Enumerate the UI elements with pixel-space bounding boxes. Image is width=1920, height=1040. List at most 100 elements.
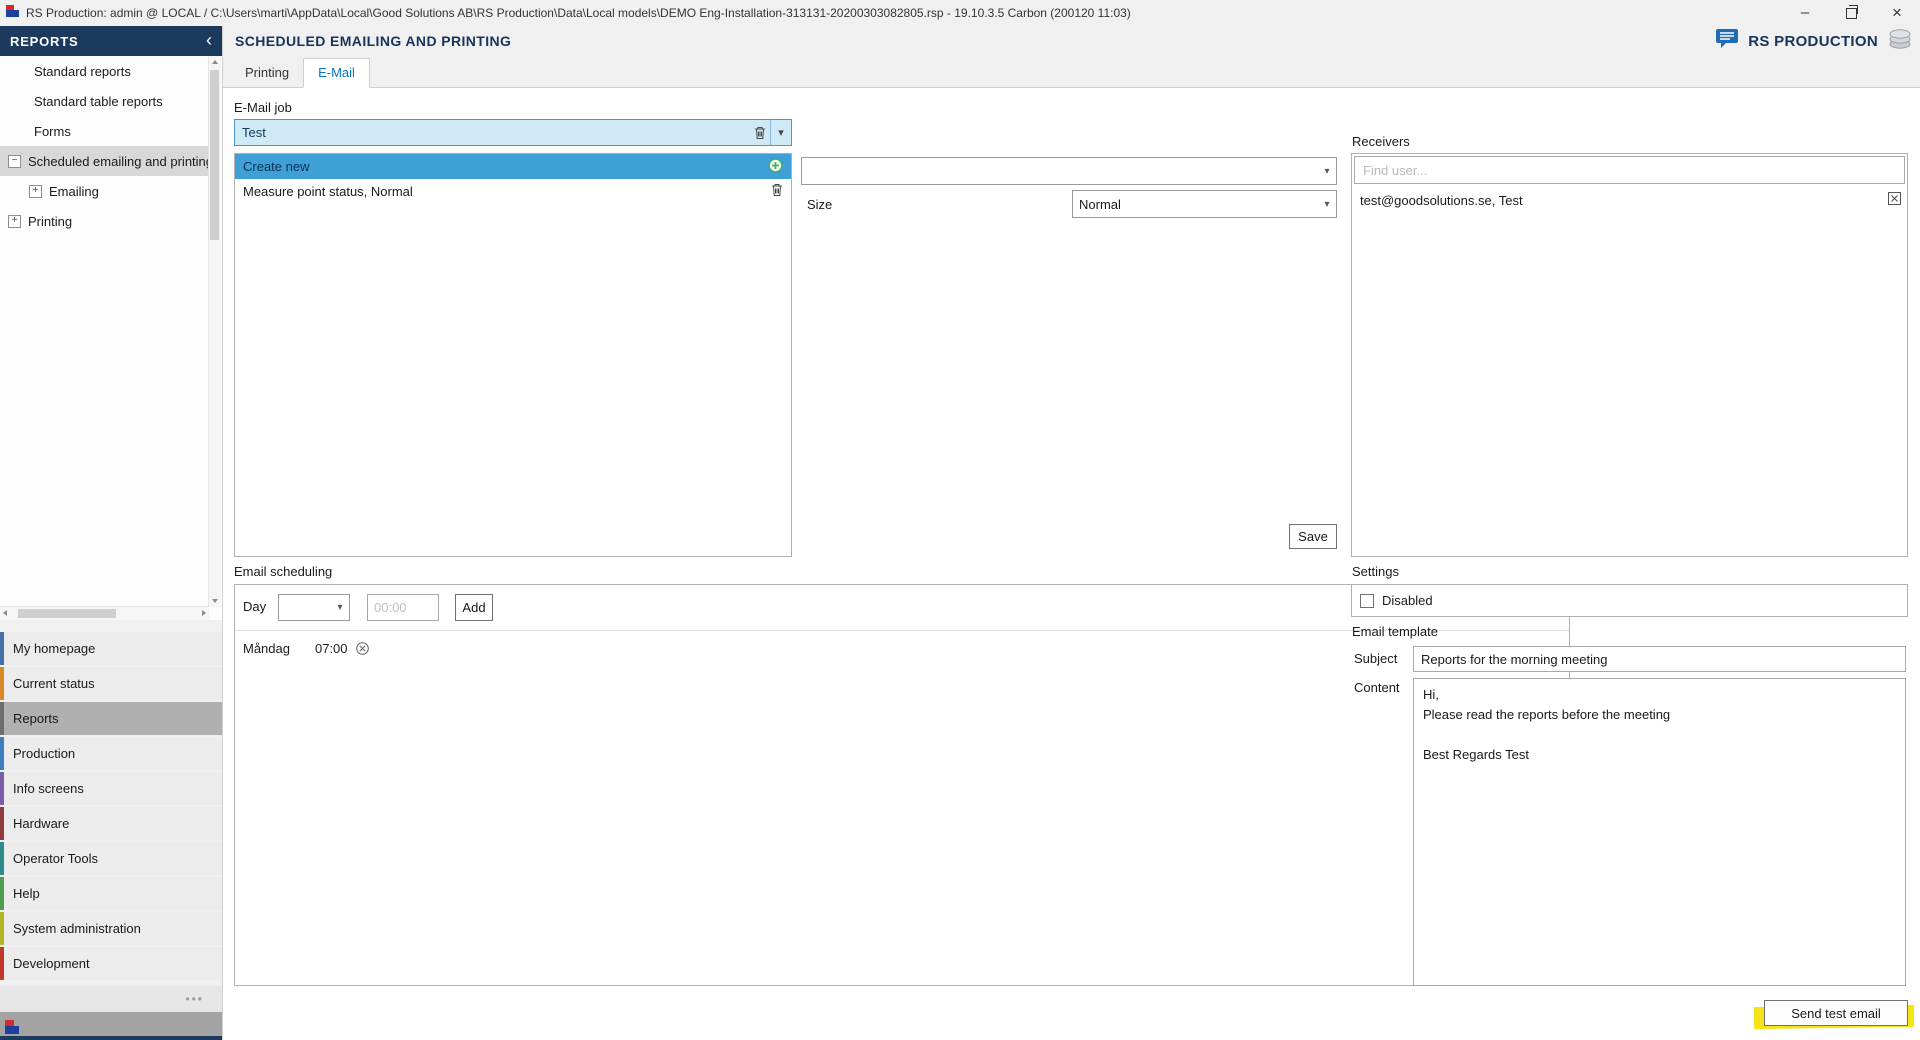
tree-item-emailing[interactable]: + Emailing [0, 176, 222, 206]
nav-color-stripe [0, 877, 4, 910]
find-user-input[interactable] [1354, 156, 1905, 184]
dropdown-arrow-icon: ▾ [1318, 158, 1336, 184]
main-area: SCHEDULED EMAILING AND PRINTING RS PRODU… [222, 26, 1920, 1040]
size-value: Normal [1079, 191, 1316, 217]
scroll-up-icon[interactable] [212, 60, 218, 64]
remove-schedule-icon[interactable] [356, 642, 369, 655]
tab-printing[interactable]: Printing [231, 59, 303, 87]
size-dropdown[interactable]: Normal ▾ [1072, 190, 1337, 218]
tab-email[interactable]: E-Mail [303, 58, 370, 88]
tree-item-standard-reports[interactable]: Standard reports [0, 56, 222, 86]
receiver-list-item: test@goodsolutions.se, Test [1360, 190, 1901, 210]
job-dropdown-arrow-icon[interactable]: ▾ [770, 120, 791, 145]
settings-section-label: Settings [1352, 564, 1399, 579]
schedule-time: 07:00 [315, 641, 348, 656]
scrollbar-thumb[interactable] [210, 70, 219, 240]
tree-expand-icon[interactable]: + [8, 215, 21, 228]
job-list-item-create-new[interactable]: Create new [235, 154, 791, 179]
tree-item-standard-table-reports[interactable]: Standard table reports [0, 86, 222, 116]
scroll-right-icon[interactable] [202, 610, 206, 616]
nav-color-stripe [0, 737, 4, 770]
nav-color-stripe [0, 632, 4, 665]
sidebar-item-system-administration[interactable]: System administration [0, 912, 222, 945]
disabled-checkbox[interactable] [1360, 594, 1374, 608]
receivers-section-label: Receivers [1352, 134, 1410, 149]
subject-input[interactable] [1413, 646, 1906, 672]
restore-icon [1846, 8, 1857, 19]
sidebar-item-info-screens[interactable]: Info screens [0, 772, 222, 805]
sidebar-item-reports[interactable]: Reports [0, 702, 222, 735]
tree-item-scheduled-emailing-and-printing[interactable]: − Scheduled emailing and printing [0, 146, 209, 176]
tree-horizontal-scrollbar[interactable] [0, 606, 209, 620]
dropdown-arrow-icon: ▾ [1318, 191, 1336, 217]
close-button[interactable]: × [1874, 0, 1920, 26]
job-item-label: Measure point status, Normal [243, 184, 771, 199]
tree-item-label: Scheduled emailing and printing [28, 154, 209, 169]
nav-color-stripe [0, 947, 4, 980]
tree-item-forms[interactable]: Forms [0, 116, 222, 146]
email-job-combobox[interactable]: Test ▾ [234, 119, 792, 146]
tree-vertical-scrollbar[interactable] [208, 56, 221, 607]
nav-color-stripe [0, 807, 4, 840]
close-icon: × [1892, 3, 1902, 23]
page-header: SCHEDULED EMAILING AND PRINTING RS PRODU… [223, 26, 1920, 56]
window-controls: – × [1782, 0, 1920, 26]
sidebar-footer [0, 1012, 222, 1036]
scroll-down-icon[interactable] [212, 599, 218, 603]
job-list-item-measure-point-status[interactable]: Measure point status, Normal [235, 179, 791, 204]
collapse-sidebar-icon[interactable]: ‹ [206, 34, 212, 46]
nav-color-stripe [0, 667, 4, 700]
schedule-day: Måndag [243, 641, 290, 656]
nav-color-stripe [0, 842, 4, 875]
sidebar-item-production[interactable]: Production [0, 737, 222, 770]
delete-job-icon[interactable] [750, 126, 770, 140]
add-schedule-button[interactable]: Add [455, 594, 493, 621]
header-right-cluster: RS PRODUCTION [1716, 26, 1912, 56]
brand-name: RS PRODUCTION [1748, 33, 1878, 50]
restore-button[interactable] [1828, 0, 1874, 26]
email-job-list: Create new Measure point status, Normal [234, 153, 792, 557]
feedback-chat-icon[interactable] [1716, 29, 1738, 53]
add-job-icon[interactable] [768, 158, 783, 176]
nav-item-label: Current status [13, 676, 95, 691]
remove-receiver-icon[interactable] [1888, 192, 1901, 208]
minimize-button[interactable]: – [1782, 0, 1828, 26]
page-title: SCHEDULED EMAILING AND PRINTING [235, 33, 511, 49]
rs-production-logo-icon [1888, 28, 1912, 55]
delete-job-row-icon[interactable] [771, 183, 783, 200]
tree-collapse-icon[interactable]: − [8, 155, 21, 168]
scroll-left-icon[interactable] [3, 610, 7, 616]
sidebar-item-development[interactable]: Development [0, 947, 222, 980]
sidebar-bottom-strip [0, 1036, 222, 1040]
disabled-label: Disabled [1382, 593, 1433, 608]
send-test-email-button[interactable]: Send test email [1764, 1000, 1908, 1026]
nav-item-label: Help [13, 886, 40, 901]
sidebar-item-current-status[interactable]: Current status [0, 667, 222, 700]
tree-item-label: Emailing [49, 184, 99, 199]
day-dropdown[interactable]: ▾ [278, 594, 350, 621]
save-button[interactable]: Save [1289, 524, 1337, 549]
sidebar-item-hardware[interactable]: Hardware [0, 807, 222, 840]
tree-expand-icon[interactable]: + [29, 185, 42, 198]
sidebar-item-my-homepage[interactable]: My homepage [0, 632, 222, 665]
minimize-icon: – [1801, 8, 1809, 18]
nav-more-button[interactable]: ••• [0, 986, 222, 1012]
send-test-email-area: Send test email [1754, 994, 1920, 1034]
sidebar-item-help[interactable]: Help [0, 877, 222, 910]
email-job-selected-value: Test [235, 125, 750, 140]
tab-strip: Printing E-Mail [223, 56, 1920, 88]
more-icon: ••• [185, 992, 204, 1006]
sidebar-item-operator-tools[interactable]: Operator Tools [0, 842, 222, 875]
content-textarea[interactable]: Hi, Please read the reports before the m… [1413, 678, 1906, 986]
nav-color-stripe [0, 772, 4, 805]
tree-item-label: Printing [28, 214, 72, 229]
email-tab-content: E-Mail job Test ▾ Create new Measure poi… [223, 88, 1920, 1040]
time-input[interactable] [367, 594, 439, 621]
job-item-label: Create new [243, 159, 768, 174]
report-select-dropdown[interactable]: ▾ [801, 157, 1337, 185]
scrollbar-thumb[interactable] [18, 609, 116, 618]
template-section-label: Email template [1352, 624, 1438, 639]
tree-item-printing[interactable]: + Printing [0, 206, 222, 236]
report-select-value [808, 158, 1316, 184]
app-icon [6, 4, 20, 23]
